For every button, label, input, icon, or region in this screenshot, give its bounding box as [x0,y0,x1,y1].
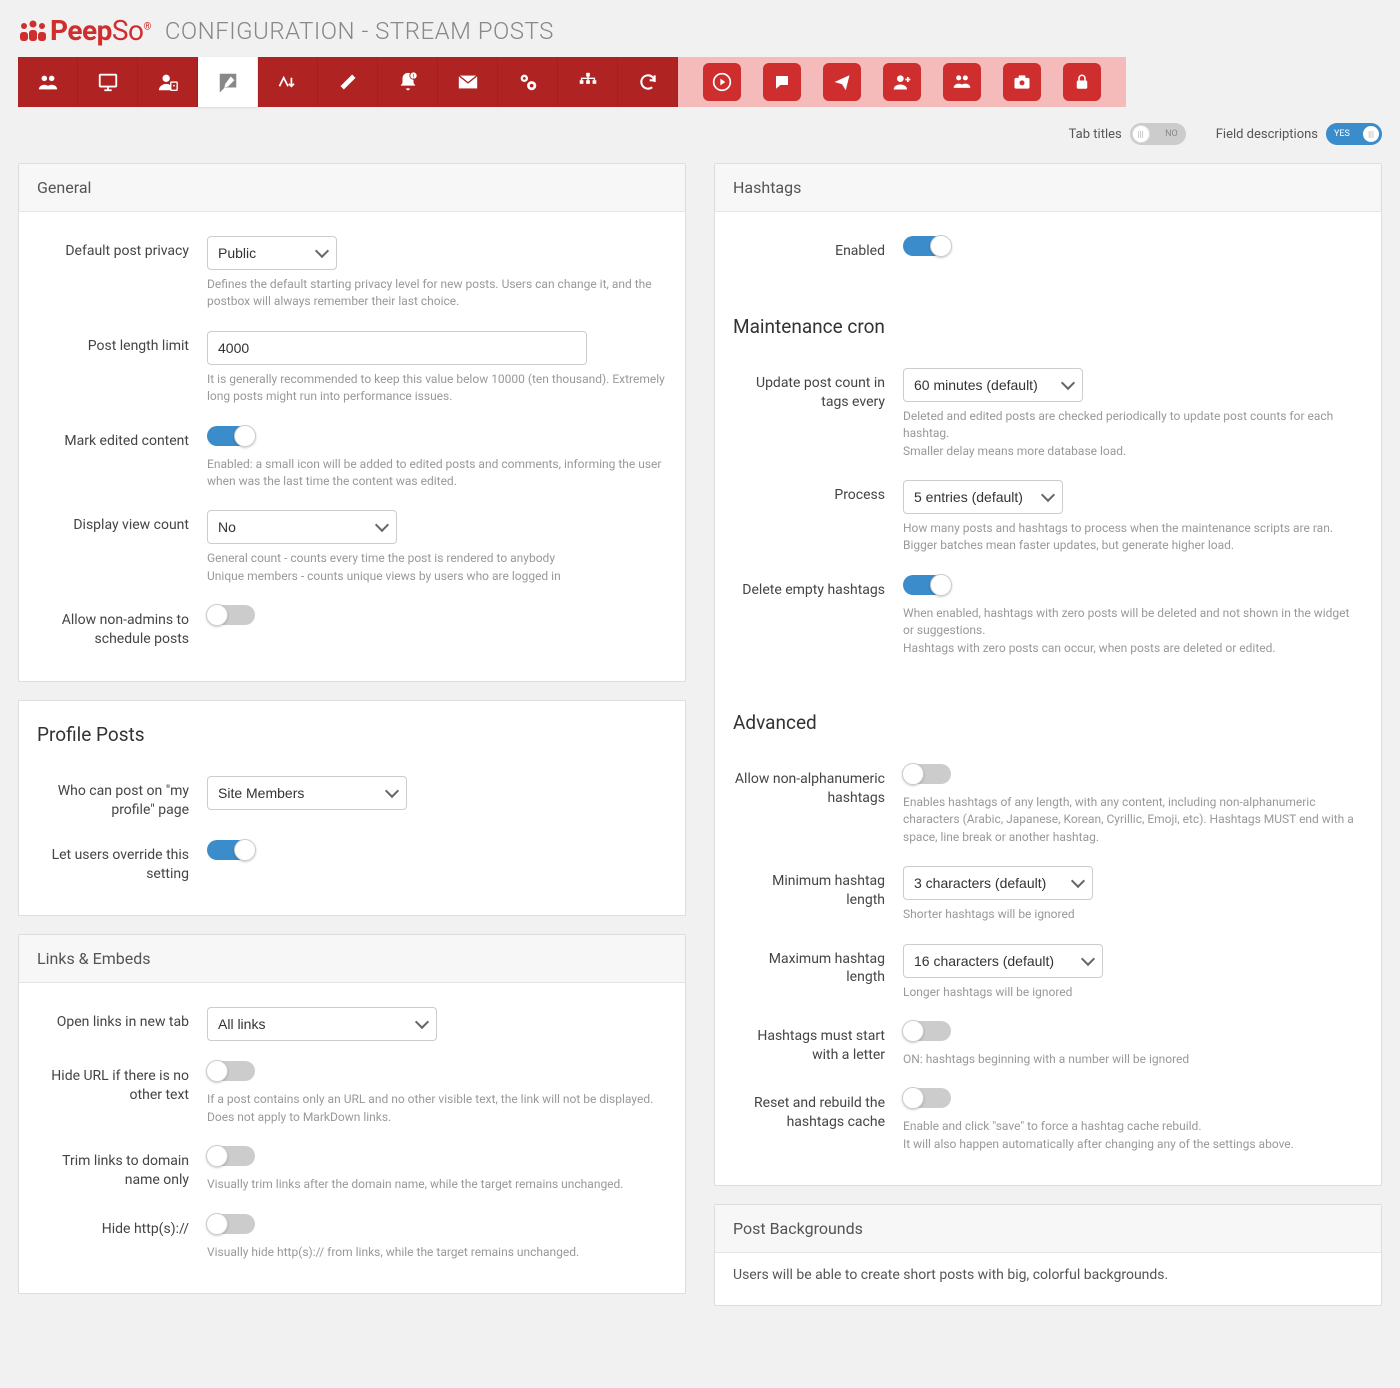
tab-chat[interactable] [752,57,812,107]
tab-blogposts[interactable] [318,57,378,107]
tab-refresh[interactable] [618,57,678,107]
logo-text: PeepSo® [50,14,151,47]
default-privacy-desc: Defines the default starting privacy lev… [207,276,667,311]
default-privacy-select[interactable]: Public [207,236,337,270]
mark-edited-desc: Enabled: a small icon will be added to e… [207,456,667,491]
tab-members[interactable] [18,57,78,107]
tab-groups[interactable] [932,57,992,107]
delete-empty-label: Delete empty hashtags [733,575,903,600]
page-title: CONFIGURATION - STREAM POSTS [165,17,554,45]
tab-photos[interactable] [992,57,1052,107]
who-post-label: Who can post on "my profile" page [37,776,207,820]
hide-http-label: Hide http(s):// [37,1214,207,1239]
who-post-select[interactable]: Site Members [207,776,407,810]
tab-appearance[interactable] [78,57,138,107]
post-length-label: Post length limit [37,331,207,356]
hashtags-enabled-toggle[interactable] [903,236,951,256]
start-letter-toggle[interactable] [903,1021,951,1041]
min-len-select[interactable]: 3 characters (default) [903,866,1093,900]
tab-security[interactable] [1052,57,1112,107]
max-len-label: Maximum hashtag length [733,944,903,988]
tab-emails[interactable] [438,57,498,107]
process-label: Process [733,480,903,505]
hide-http-desc: Visually hide http(s):// from links, whi… [207,1244,667,1261]
post-backgrounds-panel: Post Backgrounds Users will be able to c… [714,1204,1382,1306]
profile-posts-panel: Profile Posts Who can post on "my profil… [18,700,686,917]
trim-desc: Visually trim links after the domain nam… [207,1176,667,1193]
min-len-label: Minimum hashtag length [733,866,903,910]
max-len-select[interactable]: 16 characters (default) [903,944,1103,978]
default-privacy-label: Default post privacy [37,236,207,261]
tab-titles-label: Tab titles [1069,127,1122,142]
hide-url-toggle[interactable] [207,1061,255,1081]
field-desc-label: Field descriptions [1216,127,1318,142]
open-links-label: Open links in new tab [37,1007,207,1032]
hashtags-enabled-label: Enabled [733,236,903,261]
process-select[interactable]: 5 entries (default) [903,480,1063,514]
mark-edited-toggle[interactable] [207,426,255,446]
allow-nonalpha-desc: Enables hashtags of any length, with any… [903,794,1363,846]
delete-empty-toggle[interactable] [903,575,951,595]
allow-schedule-toggle[interactable] [207,605,255,625]
trim-links-toggle[interactable] [207,1146,255,1166]
view-count-label: Display view count [37,510,207,535]
tab-notifications[interactable]: ! [378,57,438,107]
start-letter-desc: ON: hashtags beginning with a number wil… [903,1051,1363,1068]
allow-nonalpha-label: Allow non-alphanumeric hashtags [733,764,903,808]
tab-accounts[interactable] [138,57,198,107]
post-backgrounds-intro: Users will be able to create short posts… [733,1267,1363,1283]
post-length-desc: It is generally recommended to keep this… [207,371,667,406]
hide-url-label: Hide URL if there is no other text [37,1061,207,1105]
maint-cron-title: Maintenance cron [715,293,1381,344]
display-options: Tab titles |||NO Field descriptions YES|… [18,107,1382,153]
tab-video[interactable] [692,57,752,107]
tab-friends[interactable] [872,57,932,107]
max-len-desc: Longer hashtags will be ignored [903,984,1363,1001]
update-every-desc: Deleted and edited posts are checked per… [903,408,1363,460]
links-panel: Links & Embeds Open links in new tab All… [18,934,686,1294]
trim-links-label: Trim links to domain name only [37,1146,207,1190]
override-toggle[interactable] [207,840,255,860]
allow-nonalpha-toggle[interactable] [903,764,951,784]
hashtags-title: Hashtags [715,164,1381,212]
tab-markdown[interactable] [258,57,318,107]
tab-titles-toggle[interactable]: |||NO [1130,123,1186,145]
advanced-title: Advanced [715,689,1381,740]
start-letter-label: Hashtags must start with a letter [733,1021,903,1065]
hide-http-toggle[interactable] [207,1214,255,1234]
view-count-desc: General count - counts every time the po… [207,550,667,585]
reset-cache-desc: Enable and click "save" to force a hasht… [903,1118,1363,1153]
delete-empty-desc: When enabled, hashtags with zero posts w… [903,605,1363,657]
mark-edited-label: Mark edited content [37,426,207,451]
min-len-desc: Shorter hashtags will be ignored [903,906,1363,923]
update-every-label: Update post count in tags every [733,368,903,412]
reset-cache-label: Reset and rebuild the hashtags cache [733,1088,903,1132]
update-every-select[interactable]: 60 minutes (default) [903,368,1083,402]
tab-navigation[interactable] [558,57,618,107]
general-title: General [19,164,685,212]
view-count-select[interactable]: No [207,510,397,544]
general-panel: General Default post privacy Public Defi… [18,163,686,682]
process-desc: How many posts and hashtags to process w… [903,520,1363,555]
logo-icon [18,18,48,44]
tab-advanced[interactable] [498,57,558,107]
profile-posts-title: Profile Posts [19,701,685,752]
field-desc-toggle[interactable]: YES||| [1326,123,1382,145]
override-label: Let users override this setting [37,840,207,884]
reset-cache-toggle[interactable] [903,1088,951,1108]
hashtags-panel: Hashtags Enabled Maintenance cron Update… [714,163,1382,1186]
tab-stream-posts[interactable] [198,57,258,107]
post-length-input[interactable] [207,331,587,365]
allow-schedule-label: Allow non-admins to schedule posts [37,605,207,649]
header: PeepSo® CONFIGURATION - STREAM POSTS [18,0,1382,57]
open-links-select[interactable]: All links [207,1007,437,1041]
hide-url-desc: If a post contains only an URL and no ot… [207,1091,667,1126]
links-title: Links & Embeds [19,935,685,983]
nav-tabs: ! [18,57,1382,107]
logo: PeepSo® [18,14,151,47]
post-backgrounds-title: Post Backgrounds [715,1205,1381,1253]
tab-send[interactable] [812,57,872,107]
